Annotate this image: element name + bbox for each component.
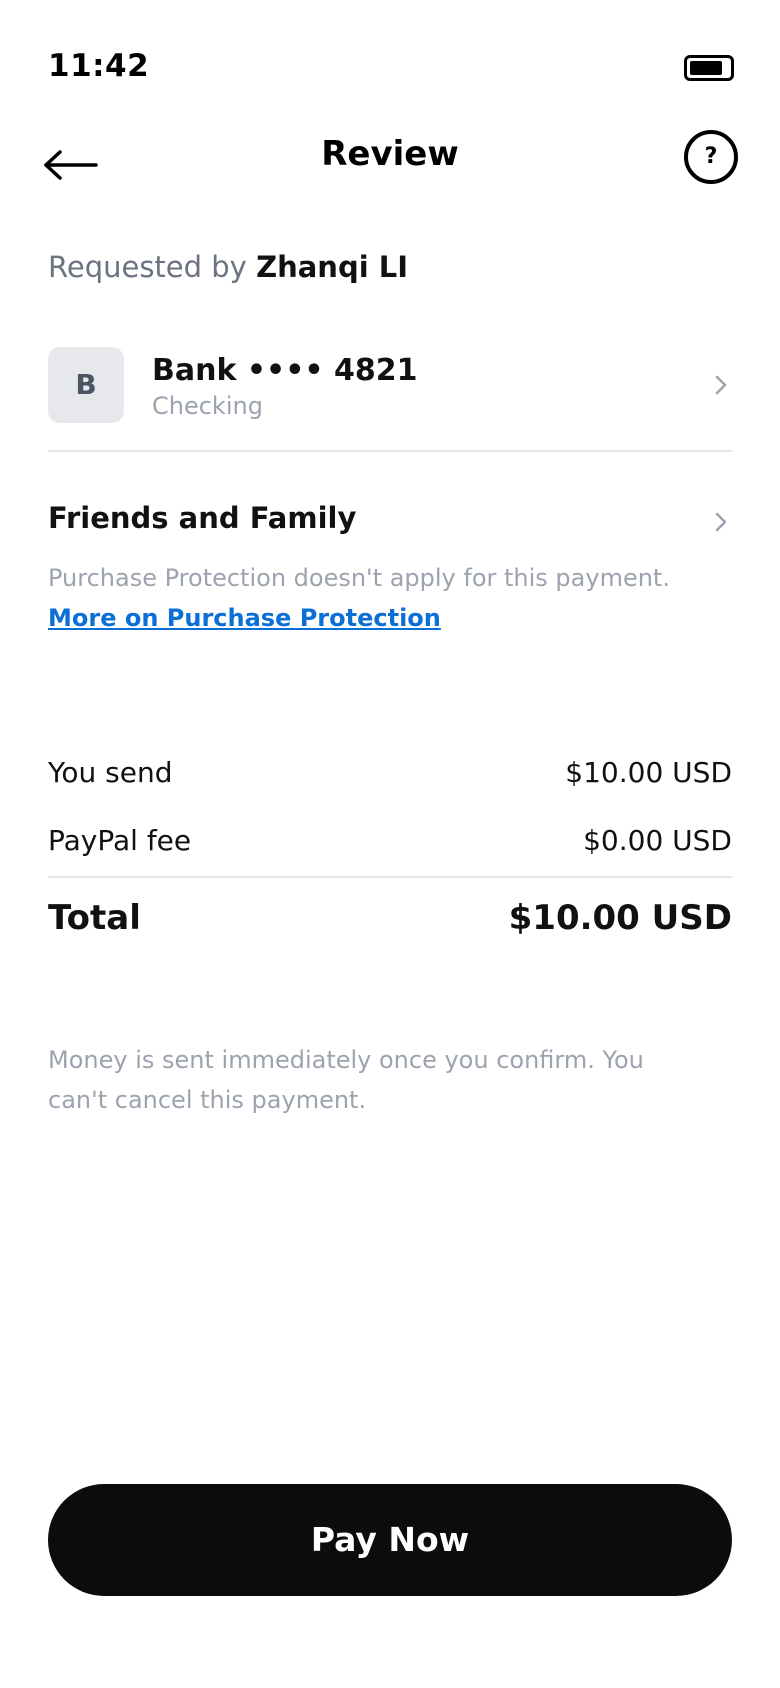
send-label: You send: [48, 756, 173, 789]
total-value: $10.00 USD: [508, 898, 732, 938]
total-label: Total: [48, 898, 141, 938]
divider: [48, 876, 732, 878]
payment-type-label: Friends and Family: [48, 501, 357, 535]
bank-account-type: Checking: [152, 392, 263, 420]
purchase-protection-link[interactable]: More on Purchase Protection: [48, 604, 441, 632]
status-time: 11:42: [48, 48, 150, 84]
payment-type-row[interactable]: Friends and Family: [48, 495, 732, 545]
nav-bar: Review ?: [0, 120, 780, 200]
fee-row: PayPal fee $0.00 USD: [48, 824, 732, 874]
requested-by-label: Requested by: [48, 250, 247, 284]
requester-name: Zhanqi LI: [256, 250, 409, 284]
bank-name: Bank •••• 4821: [152, 353, 418, 388]
purchase-protection-text: Purchase Protection doesn't apply for th…: [48, 564, 670, 592]
divider: [48, 450, 732, 452]
send-amount-row: You send $10.00 USD: [48, 756, 732, 806]
send-value: $10.00 USD: [565, 756, 732, 789]
pay-now-button[interactable]: Pay Now: [48, 1484, 732, 1596]
help-button[interactable]: ?: [684, 130, 738, 184]
funding-source-row[interactable]: B Bank •••• 4821 Checking: [48, 347, 732, 453]
fee-value: $0.00 USD: [583, 824, 732, 857]
fee-label: PayPal fee: [48, 824, 192, 857]
question-mark-icon: ?: [704, 144, 718, 169]
total-row: Total $10.00 USD: [48, 898, 732, 948]
payment-disclaimer: Money is sent immediately once you confi…: [48, 1046, 644, 1114]
page-title: Review: [321, 134, 459, 174]
chevron-right-icon: [715, 512, 727, 532]
purchase-protection-note: Purchase Protection doesn't apply for th…: [48, 558, 738, 638]
chevron-right-icon: [715, 375, 727, 395]
status-bar: 11:42: [0, 0, 780, 120]
bank-avatar: B: [48, 347, 124, 423]
requested-by: Requested by Zhanqi LI: [48, 250, 408, 284]
battery-level: [690, 61, 722, 75]
battery-icon: [684, 55, 734, 81]
